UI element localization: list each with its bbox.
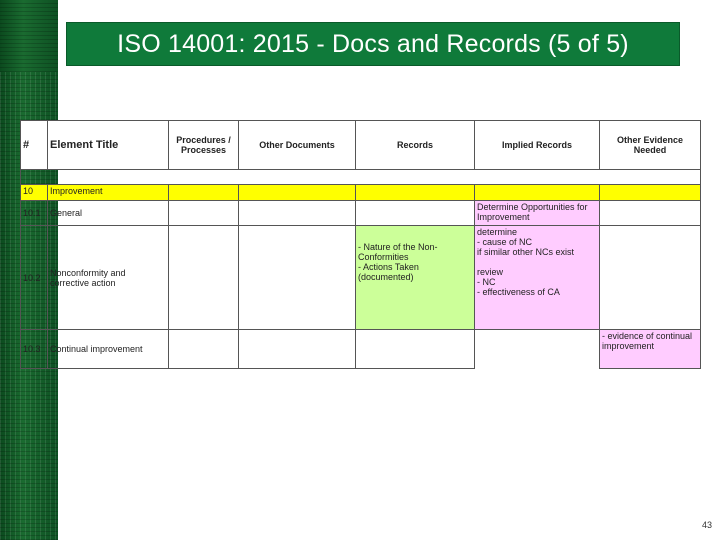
table-row: 10.3 Continual improvement - evidence of… (20, 329, 701, 369)
row-records (355, 200, 475, 226)
row-records (355, 329, 475, 369)
records-table: # Element Title Procedures / Processes O… (20, 120, 701, 369)
row-other-docs (238, 329, 356, 369)
slide-title: ISO 14001: 2015 - Docs and Records (5 of… (66, 22, 680, 66)
row-other-docs (238, 184, 356, 201)
row-number: 10 (20, 184, 48, 201)
header-records: Records (355, 120, 475, 170)
row-title: Improvement (47, 184, 169, 201)
row-procedures (168, 184, 239, 201)
page-number: 43 (701, 520, 712, 530)
header-other-evidence: Other Evidence Needed (599, 120, 701, 170)
row-other-docs (238, 225, 356, 330)
row-other-evidence (599, 200, 701, 226)
row-records (355, 184, 475, 201)
row-implied (474, 184, 600, 201)
row-title: Continual improvement (47, 329, 169, 369)
header-element-title: Element Title (47, 120, 169, 170)
header-procedures: Procedures / Processes (168, 120, 239, 170)
header-other-documents: Other Documents (238, 120, 356, 170)
row-other-evidence (599, 184, 701, 201)
row-implied (475, 330, 600, 369)
row-implied: determine - cause of NC if similar other… (474, 225, 600, 330)
row-other-evidence: - evidence of continual improvement (599, 329, 701, 369)
table-row: 10.1 General Determine Opportunities for… (20, 200, 701, 226)
row-number: 10.2 (20, 225, 48, 330)
table-header-row: # Element Title Procedures / Processes O… (20, 120, 701, 170)
row-other-docs (238, 200, 356, 226)
row-implied: Determine Opportunities for Improvement (474, 200, 600, 226)
records-table-container: # Element Title Procedures / Processes O… (20, 120, 701, 369)
row-records: - Nature of the Non-Conformities - Actio… (355, 225, 475, 330)
row-title: Nonconformity and corrective action (47, 225, 169, 330)
spacer-cell (20, 169, 701, 185)
row-other-evidence (599, 225, 701, 330)
row-number: 10.1 (20, 200, 48, 226)
row-procedures (168, 225, 239, 330)
header-number: # (20, 120, 48, 170)
table-row: 10 Improvement (20, 184, 701, 201)
row-title: General (47, 200, 169, 226)
table-row: 10.2 Nonconformity and corrective action… (20, 225, 701, 330)
row-number: 10.3 (20, 329, 48, 369)
header-implied-records: Implied Records (474, 120, 600, 170)
row-procedures (168, 200, 239, 226)
decorative-top-stripe (0, 0, 58, 72)
row-procedures (168, 329, 239, 369)
table-spacer-row (20, 169, 701, 185)
slide-title-text: ISO 14001: 2015 - Docs and Records (5 of… (117, 29, 629, 58)
